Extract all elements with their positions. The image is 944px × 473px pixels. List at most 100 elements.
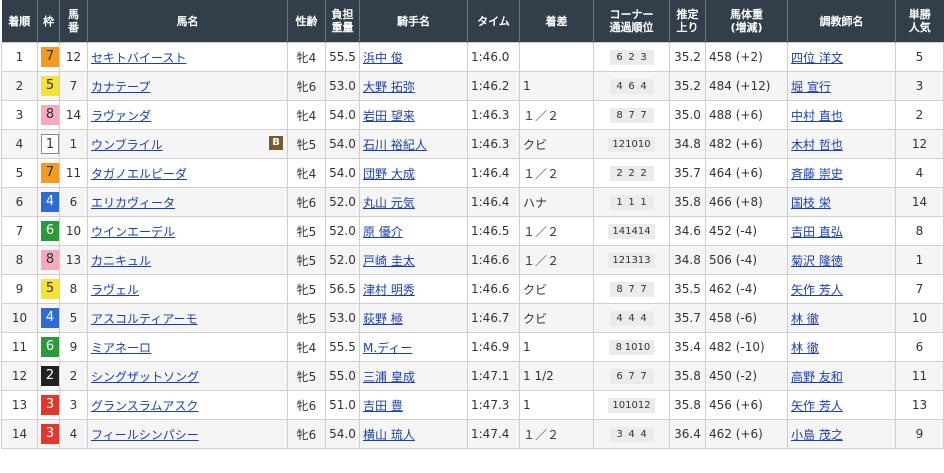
jockey-link[interactable]: 団野 大成 bbox=[363, 167, 415, 181]
margin-cell: １／２ bbox=[519, 100, 594, 130]
horse-name-link[interactable]: カニキュル bbox=[91, 254, 151, 268]
header-label-line: 調教師名 bbox=[819, 14, 864, 28]
horse-name-link[interactable]: カナテープ bbox=[91, 80, 150, 94]
corner-positions: 877 bbox=[609, 108, 654, 123]
table-row: 9 5 8 ラヴェル 牝5 56.5 津村 明秀 1:46.6 クビ 8 7 7 35.5 462 (-4… bbox=[1, 274, 944, 304]
popularity-cell: 13 bbox=[895, 390, 944, 420]
jockey-link[interactable]: 石川 裕紀人 bbox=[363, 138, 427, 152]
race-result-table: 着順 枠 馬番 馬名 性齢 負担 重量 騎手名 タイム 着差 コーナー 通過順位 推… bbox=[1, 0, 944, 449]
trainer-link[interactable]: 吉田 直弘 bbox=[791, 225, 843, 239]
jockey-link[interactable]: 戸崎 圭太 bbox=[363, 254, 415, 268]
horse-name-link[interactable]: ウインエーデル bbox=[91, 225, 175, 239]
horse-name-link[interactable]: ミアネーロ bbox=[91, 341, 151, 355]
jockey-link[interactable]: 津村 明秀 bbox=[363, 283, 415, 297]
jockey-link[interactable]: 岩田 望来 bbox=[363, 109, 415, 123]
waku-badge: 8 bbox=[41, 105, 59, 125]
table-row: 10 4 5 アスコルティアーモ 牝5 53.0 荻野 極 1:46.7 クビ 4 4 4 35.7 45… bbox=[1, 303, 944, 333]
trainer-link[interactable]: 矢作 芳人 bbox=[791, 399, 843, 413]
table-row: 1 7 12 セキトバイースト 牝4 55.5 浜中 俊 1:46.0 6 2 3 35.2 458 (… bbox=[1, 42, 944, 72]
horse-name-link[interactable]: ラヴァンダ bbox=[91, 109, 151, 123]
waku-badge: 6 bbox=[41, 221, 59, 241]
horse-cell: アスコルティアーモ bbox=[87, 303, 288, 333]
corner-cell: 623 bbox=[593, 42, 670, 72]
trainer-cell: 吉田 直弘 bbox=[787, 216, 896, 246]
corner-cell: 111 bbox=[593, 187, 670, 217]
corner-positions: 101012 bbox=[608, 398, 655, 413]
trainer-link[interactable]: 四位 洋文 bbox=[791, 51, 843, 65]
bodyweight-cell: 488 (+6) bbox=[705, 100, 788, 130]
last3f-cell: 35.2 bbox=[669, 42, 706, 72]
last3f-cell: 35.4 bbox=[669, 332, 706, 362]
horse-name-link[interactable]: グランスラムアスク bbox=[91, 399, 198, 413]
weight-cell: 56.5 bbox=[325, 274, 360, 304]
trainer-cell: 矢作 芳人 bbox=[787, 390, 896, 420]
last3f-cell: 35.8 bbox=[669, 361, 706, 391]
corner-position: 2 bbox=[616, 168, 623, 179]
table-row: 12 2 2 シングザットソング 牝5 55.0 三浦 皇成 1:47.1 1 1/2 6 7 7 35… bbox=[1, 361, 944, 391]
sexage-cell: 牝5 bbox=[287, 303, 326, 333]
trainer-link[interactable]: 林 徹 bbox=[791, 312, 819, 326]
table-row: 3 8 14 ラヴァンダ 牝4 54.0 岩田 望来 1:46.3 １／２ 8 7 7 35.0 488 … bbox=[1, 100, 944, 130]
jockey-cell: 荻野 極 bbox=[359, 303, 468, 333]
weight-cell: 52.0 bbox=[325, 245, 360, 275]
trainer-link[interactable]: 堀 宣行 bbox=[791, 80, 831, 94]
last3f-cell: 35.5 bbox=[669, 274, 706, 304]
waku-badge: 1 bbox=[41, 134, 59, 154]
jockey-link[interactable]: 三浦 皇成 bbox=[363, 370, 415, 384]
horse-name-link[interactable]: タガノエルピーダ bbox=[91, 167, 187, 181]
popularity-cell: 3 bbox=[895, 71, 944, 101]
horse-name-link[interactable]: アスコルティアーモ bbox=[91, 312, 198, 326]
header-label-line: 馬名 bbox=[176, 14, 199, 28]
jockey-link[interactable]: M.ディー bbox=[363, 341, 412, 355]
jockey-link[interactable]: 吉田 豊 bbox=[363, 399, 403, 413]
header-label-line: コーナー bbox=[609, 8, 654, 21]
margin-cell: クビ bbox=[519, 274, 594, 304]
trainer-cell: 堀 宣行 bbox=[787, 71, 896, 101]
horse-name-link[interactable]: フィールシンパシー bbox=[91, 428, 199, 442]
horse-name-link[interactable]: ウンブライル bbox=[91, 138, 163, 152]
jockey-link[interactable]: 丸山 元気 bbox=[363, 196, 415, 210]
horse-name-link[interactable]: セキトバイースト bbox=[91, 51, 186, 65]
trainer-link[interactable]: 木村 哲也 bbox=[791, 138, 843, 152]
jockey-link[interactable]: 原 優介 bbox=[363, 225, 403, 239]
jockey-link[interactable]: 大野 拓弥 bbox=[363, 80, 415, 94]
popularity-cell: 8 bbox=[895, 216, 944, 246]
weight-cell: 54.0 bbox=[325, 129, 360, 159]
corner-position: 8 bbox=[616, 284, 623, 295]
trainer-link[interactable]: 矢作 芳人 bbox=[791, 283, 843, 297]
corner-position: 3 bbox=[640, 52, 647, 63]
jockey-link[interactable]: 荻野 極 bbox=[363, 312, 403, 326]
sexage-cell: 牝6 bbox=[287, 390, 326, 420]
time-cell: 1:46.6 bbox=[467, 245, 520, 275]
trainer-cell: 菊沢 隆徳 bbox=[787, 245, 896, 275]
corner-positions: 623 bbox=[609, 50, 654, 65]
jockey-link[interactable]: 横山 琉人 bbox=[363, 428, 415, 442]
trainer-link[interactable]: 小島 茂之 bbox=[791, 428, 843, 442]
trainer-link[interactable]: 菊沢 隆徳 bbox=[791, 254, 843, 268]
sexage-cell: 牝5 bbox=[287, 129, 326, 159]
corner-position: 12 bbox=[637, 400, 651, 411]
trainer-link[interactable]: 国枝 栄 bbox=[791, 196, 831, 210]
horse-cell: ウインエーデル bbox=[87, 216, 288, 246]
horse-cell: タガノエルピーダ bbox=[87, 158, 288, 188]
weight-cell: 55.0 bbox=[325, 361, 360, 391]
jockey-link[interactable]: 浜中 俊 bbox=[363, 51, 403, 65]
header-label-line: 推定 bbox=[676, 8, 699, 21]
margin-cell: １／２ bbox=[519, 419, 594, 449]
weight-cell: 51.0 bbox=[325, 390, 360, 420]
trainer-link[interactable]: 斉藤 崇史 bbox=[791, 167, 843, 181]
waku-cell: 5 bbox=[37, 274, 60, 304]
waku-cell: 5 bbox=[37, 71, 60, 101]
rank-cell: 7 bbox=[1, 216, 38, 246]
horse-name-link[interactable]: シングザットソング bbox=[91, 370, 199, 384]
popularity-cell: 1 bbox=[895, 245, 944, 275]
corner-cell: 877 bbox=[593, 100, 670, 130]
trainer-link[interactable]: 中村 直也 bbox=[791, 109, 843, 123]
trainer-cell: 木村 哲也 bbox=[787, 129, 896, 159]
horse-name-link[interactable]: ラヴェル bbox=[91, 283, 139, 297]
last3f-cell: 35.7 bbox=[669, 303, 706, 333]
trainer-link[interactable]: 高野 友和 bbox=[791, 370, 843, 384]
horse-name-link[interactable]: エリカヴィータ bbox=[91, 196, 175, 210]
trainer-link[interactable]: 林 徹 bbox=[791, 341, 819, 355]
umaban-cell: 6 bbox=[59, 187, 88, 217]
